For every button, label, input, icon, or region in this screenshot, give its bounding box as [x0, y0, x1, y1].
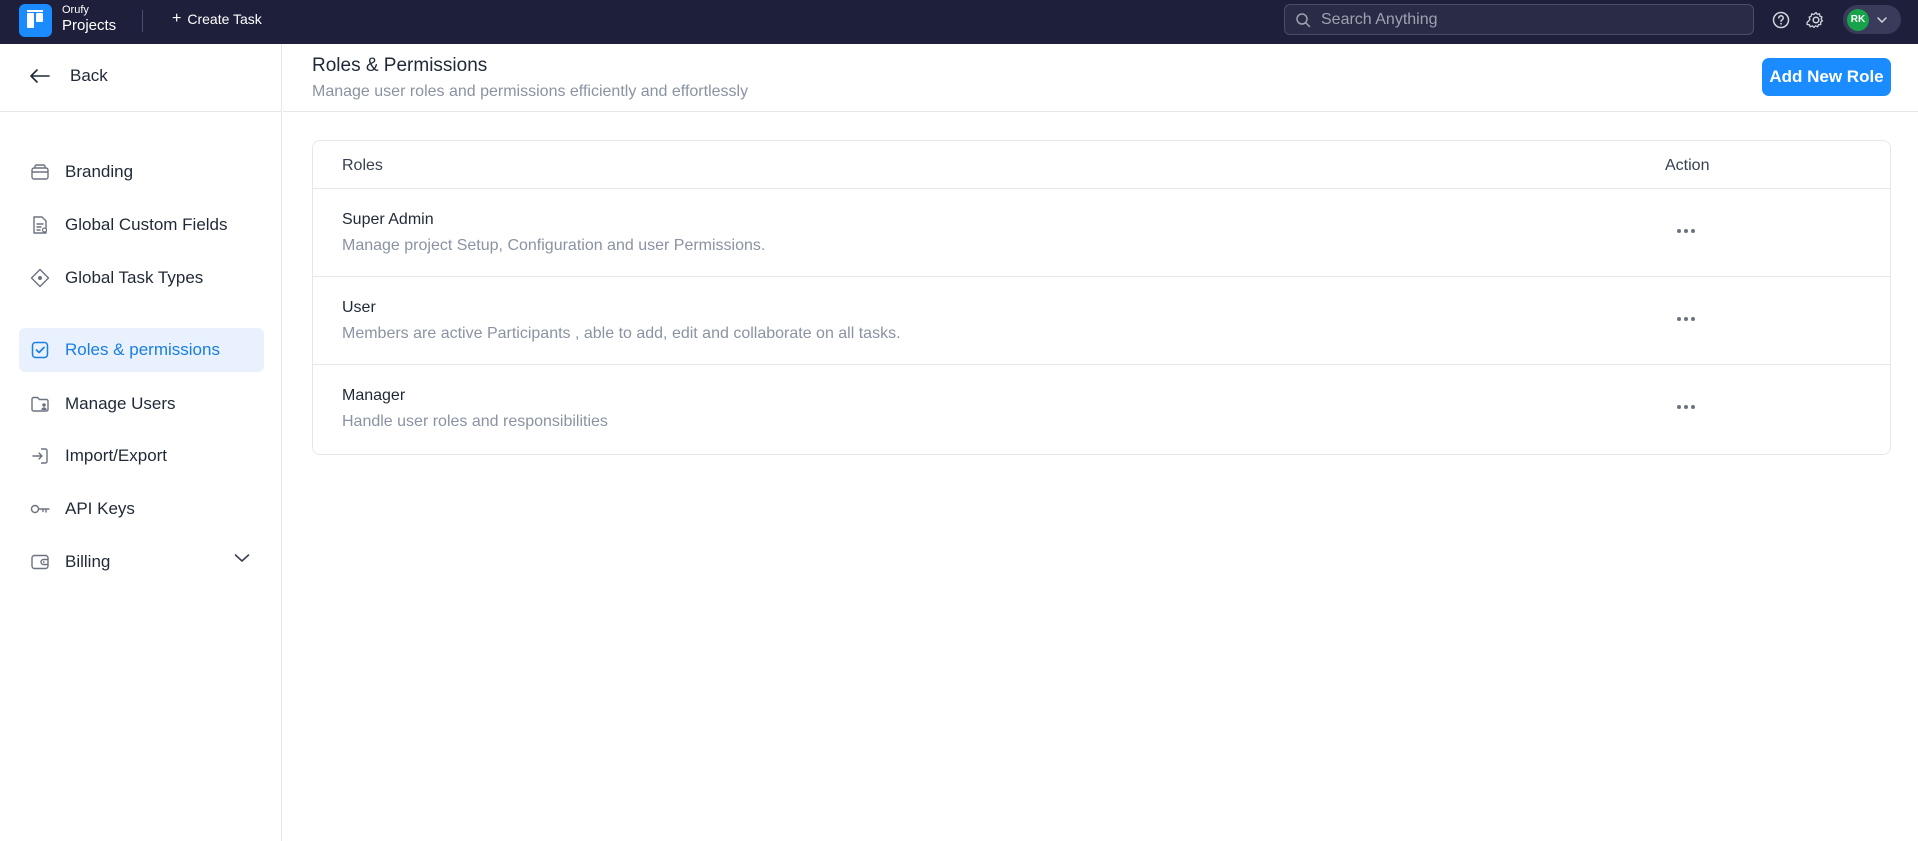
brand-company: Orufy: [62, 4, 89, 16]
chevron-down-icon: [1877, 16, 1887, 23]
help-icon[interactable]: [1771, 10, 1791, 30]
sidebar-item-label: Manage Users: [65, 394, 176, 413]
sidebar-item-branding[interactable]: Branding: [19, 150, 264, 194]
table-row[interactable]: Manager Handle user roles and responsibi…: [313, 364, 1890, 454]
table-row[interactable]: Super Admin Manage project Setup, Config…: [313, 188, 1890, 276]
back-label: Back: [70, 66, 108, 85]
folder-user-icon: [29, 393, 51, 415]
checkbox-icon: [29, 339, 51, 361]
roles-table: Roles Action Super Admin Manage project …: [312, 140, 1891, 455]
import-icon: [29, 445, 51, 467]
sidebar-divider: [0, 111, 282, 112]
role-name: Manager: [342, 387, 406, 404]
sidebar-item-label: API Keys: [65, 499, 135, 518]
chevron-down-icon[interactable]: [234, 553, 250, 563]
document-fields-icon: [29, 214, 51, 236]
sidebar-item-manage-users[interactable]: Manage Users: [19, 382, 264, 426]
column-header-roles: Roles: [342, 157, 383, 174]
arrow-left-icon: [30, 69, 50, 83]
plus-icon: +: [172, 10, 182, 27]
top-bar: Orufy Projects + Create Task RK: [0, 0, 1918, 44]
topbar-divider: [142, 10, 143, 32]
add-new-role-button[interactable]: Add New Role: [1762, 58, 1891, 96]
user-menu[interactable]: RK: [1843, 5, 1901, 34]
sidebar-item-label: Roles & permissions: [65, 340, 220, 359]
sidebar-item-label: Billing: [65, 552, 111, 571]
more-options-icon[interactable]: [1671, 219, 1701, 243]
more-options-icon[interactable]: [1671, 395, 1701, 419]
sidebar-item-global-task-types[interactable]: Global Task Types: [19, 256, 264, 300]
sidebar-item-import-export[interactable]: Import/Export: [19, 434, 264, 478]
sidebar-item-roles-permissions[interactable]: Roles & permissions: [19, 328, 264, 372]
app-logo[interactable]: [19, 4, 52, 37]
avatar: RK: [1847, 8, 1869, 31]
sidebar: Back Branding Global Custom Fields Globa…: [0, 44, 282, 841]
page-subtitle: Manage user roles and permissions effici…: [312, 83, 749, 100]
gear-icon[interactable]: [1806, 10, 1826, 30]
brand-name: Orufy Projects: [62, 4, 117, 34]
brand-product: Projects: [62, 17, 117, 34]
sidebar-item-label: Global Task Types: [65, 268, 204, 287]
sidebar-item-label: Branding: [65, 162, 134, 181]
key-icon: [29, 498, 51, 520]
column-header-action: Action: [1665, 157, 1710, 174]
role-name: Super Admin: [342, 211, 434, 228]
more-options-icon[interactable]: [1671, 307, 1701, 331]
sidebar-item-label: Global Custom Fields: [65, 215, 228, 234]
search-box[interactable]: [1284, 4, 1754, 35]
table-row[interactable]: User Members are active Participants , a…: [313, 276, 1890, 364]
header-divider: [283, 111, 1918, 112]
palette-icon: [29, 161, 51, 183]
wallet-icon: [29, 551, 51, 573]
role-description: Members are active Participants , able t…: [342, 325, 901, 342]
back-button[interactable]: Back: [30, 66, 108, 86]
page-title: Roles & Permissions: [312, 55, 488, 76]
sidebar-item-label: Import/Export: [65, 446, 168, 465]
sidebar-item-api-keys[interactable]: API Keys: [19, 487, 264, 531]
create-task-button[interactable]: + Create Task: [172, 10, 262, 28]
role-name: User: [342, 299, 376, 316]
role-description: Handle user roles and responsibilities: [342, 413, 608, 430]
search-icon: [1296, 12, 1311, 27]
sidebar-item-billing[interactable]: Billing: [19, 540, 264, 584]
search-input[interactable]: [1321, 10, 1721, 29]
role-description: Manage project Setup, Configuration and …: [342, 237, 766, 254]
sidebar-item-global-custom-fields[interactable]: Global Custom Fields: [19, 203, 264, 247]
create-task-label: Create Task: [187, 11, 262, 27]
diamond-icon: [29, 267, 51, 289]
